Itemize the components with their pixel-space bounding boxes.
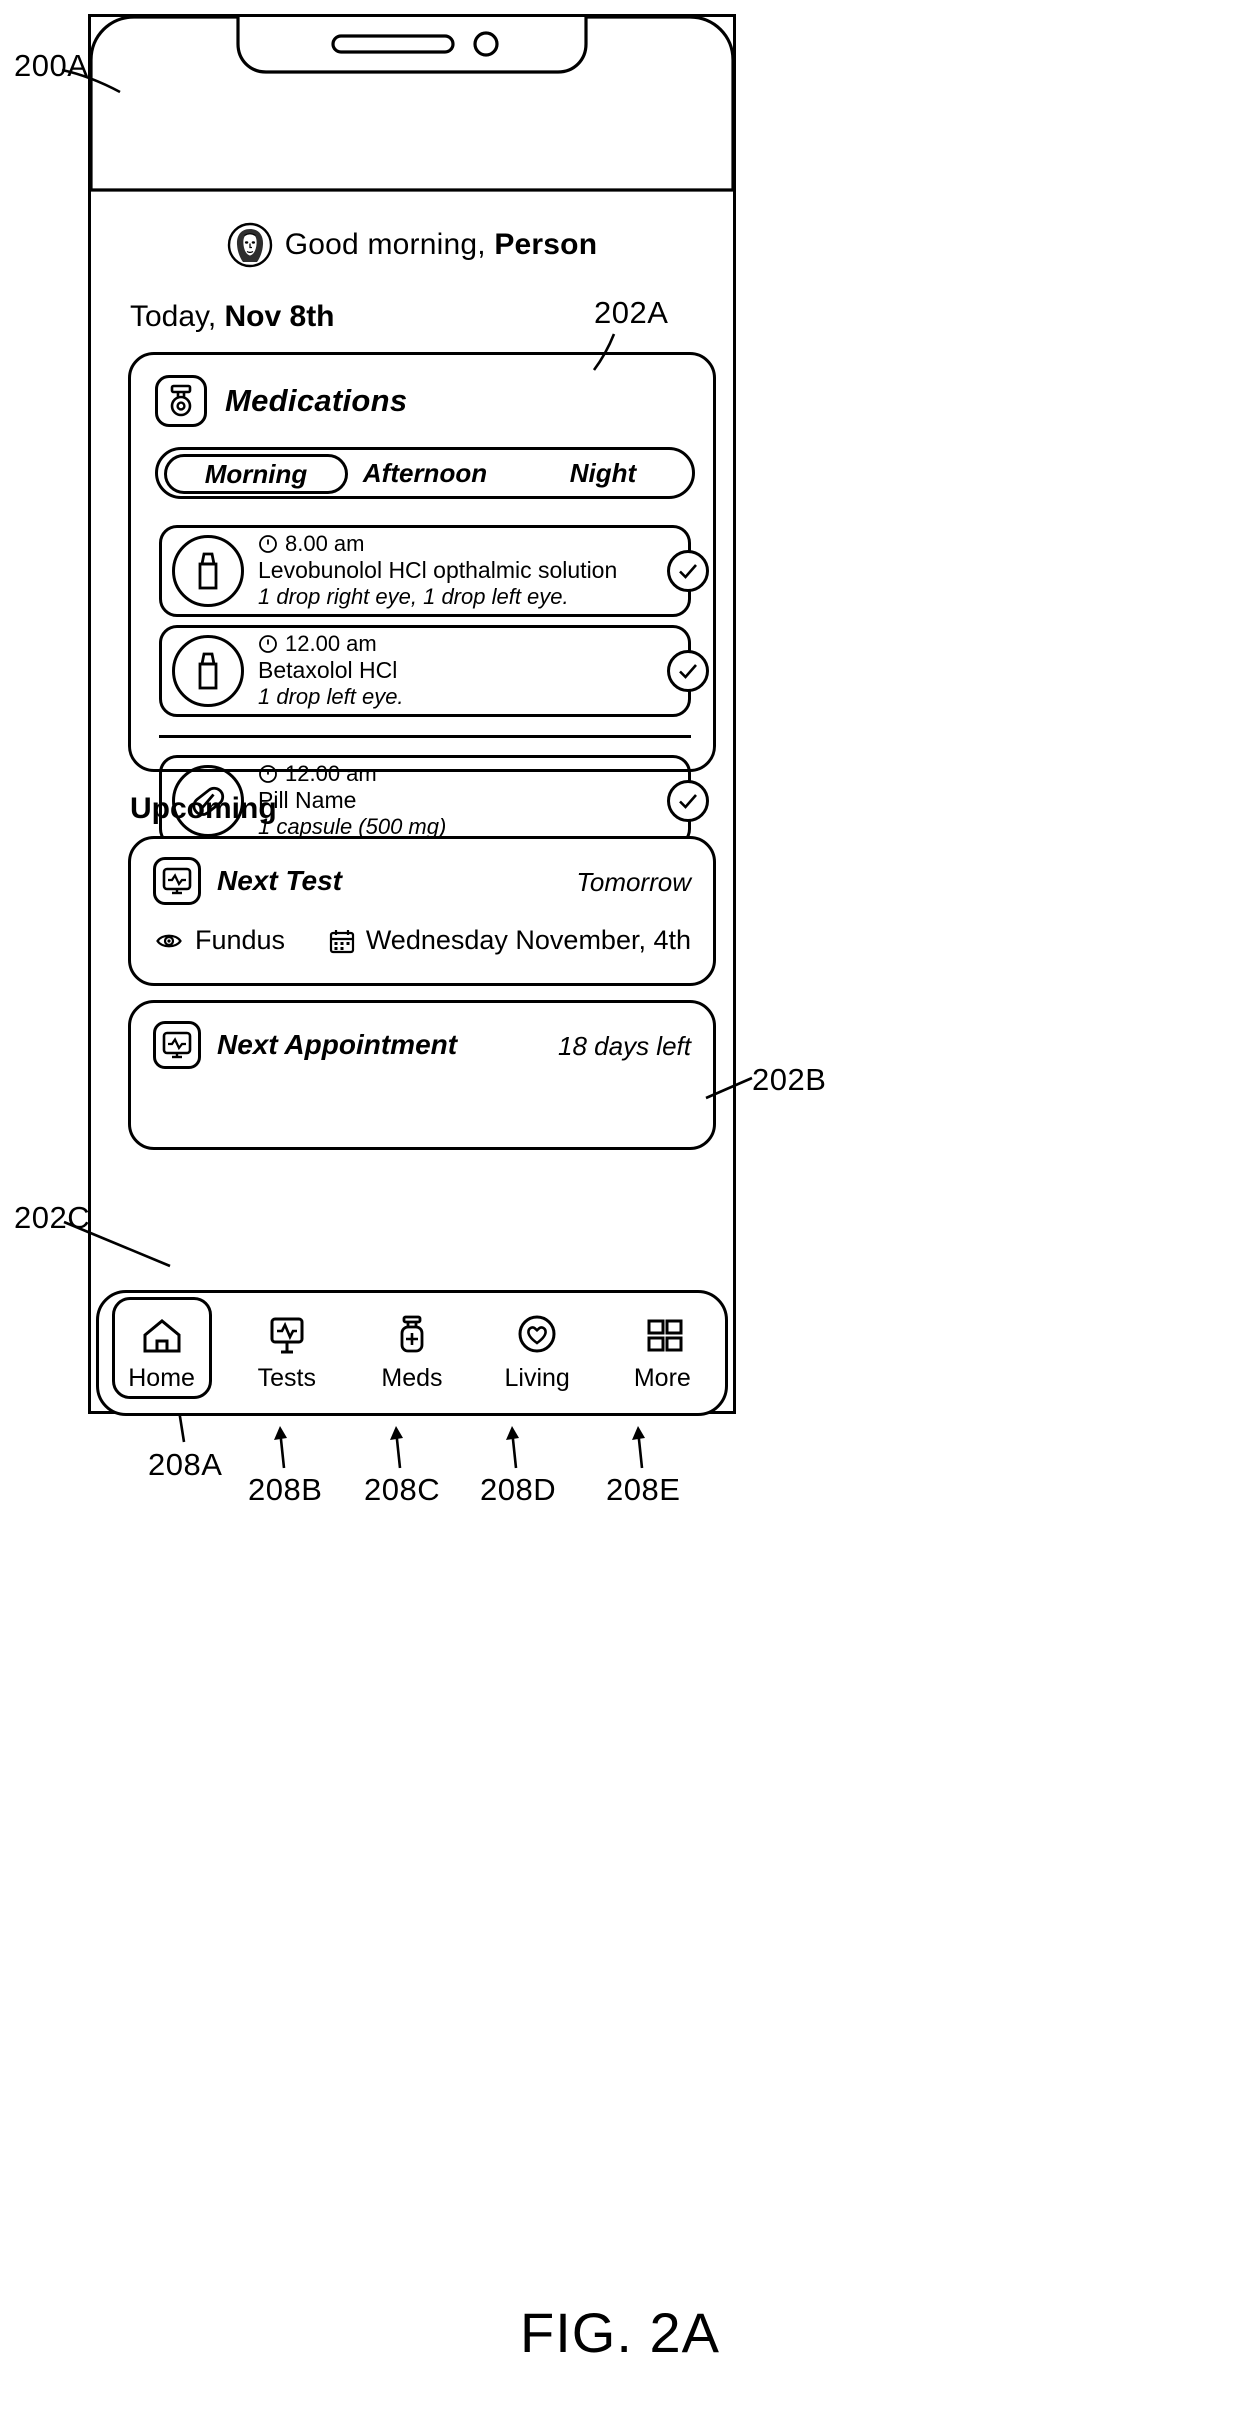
leader-medications-card [592,333,616,371]
home-icon [136,1313,188,1357]
greeting-name: Person [494,228,598,261]
tab-living[interactable]: Living [485,1313,589,1393]
next-test-title: Next Test [217,865,343,896]
clock-icon [259,635,277,654]
next-test-detail: Fundus [155,925,285,956]
leader-tab-tests [274,1426,287,1469]
monitor-waveform-icon [261,1313,313,1357]
figure-caption: FIG. 2A [520,2301,720,2364]
medications-divider [159,735,691,738]
tab-tests[interactable]: Tests [235,1313,339,1393]
next-test-when: Tomorrow [576,867,691,897]
grid-squares-icon [636,1313,688,1357]
monitor-waveform-icon [153,857,201,905]
check-circle-icon[interactable] [667,550,709,592]
tab-afternoon[interactable]: Afternoon [336,458,514,489]
next-test-detail-label: Fundus [195,925,286,955]
today-date-line: Today, Nov 8th [130,300,335,334]
refnum-next-test-card: 202B [752,1062,827,1097]
next-appointment-card[interactable]: Next Appointment 18 days left [128,1000,716,1150]
refnum-tab-living: 208D [480,1472,557,1507]
medication-row[interactable]: 8.00 am Levobunolol HCl opthalmic soluti… [159,525,709,617]
medication-time: 12.00 am [285,761,377,787]
medication-text: 8.00 am Levobunolol HCl opthalmic soluti… [258,532,667,610]
greeting-row: Good morning, Person [92,222,732,268]
medication-row[interactable]: 12.00 am Betaxolol HCl 1 drop left eye. [159,625,709,717]
next-test-date: Wednesday November, 4th [328,925,691,956]
refnum-medications-card: 202A [594,295,669,330]
refnum-tab-home: 208A [148,1447,223,1482]
refnum-tab-tests: 208B [248,1472,323,1507]
medication-dose: 1 drop right eye, 1 drop left eye. [258,583,569,609]
tab-more[interactable]: More [610,1313,714,1393]
next-appointment-when: 18 days left [558,1031,691,1061]
medication-time: 8.00 am [285,531,365,557]
greeting-text: Good morning, Person [285,228,597,262]
clock-icon [259,535,277,554]
refnum-tab-more: 208E [606,1472,681,1507]
tab-living-label: Living [504,1364,570,1392]
tab-night[interactable]: Night [514,458,692,489]
eye-drop-bottle-icon [172,635,244,707]
leader-tab-more [632,1426,645,1469]
user-avatar-icon[interactable] [227,222,273,268]
next-appointment-title: Next Appointment [217,1029,458,1060]
medication-text: 12.00 am Betaxolol HCl 1 drop left eye. [258,632,667,710]
medications-card-title: Medications [225,383,408,418]
today-prefix: Today, [130,300,225,333]
check-circle-icon[interactable] [667,650,709,692]
monitor-waveform-icon [153,1021,201,1069]
tab-home[interactable]: Home [110,1297,214,1399]
medication-dose: 1 drop left eye. [258,683,404,709]
medication-name: Pill Name [258,786,357,813]
leader-device [61,68,121,94]
tab-tests-label: Tests [257,1364,316,1392]
next-appointment-header: Next Appointment [153,1021,457,1069]
eye-icon [156,934,182,947]
refnum-tab-meds: 208C [364,1472,441,1507]
medication-name: Betaxolol HCl [258,656,398,683]
medications-card: Medications Morning Afternoon Night Morn… [128,352,716,847]
medication-name: Levobunolol HCl opthalmic solution [258,556,618,583]
clock-icon [259,765,277,784]
upcoming-section-title: Upcoming [130,792,277,825]
tab-morning-label: Morning [204,458,308,489]
next-test-card[interactable]: Next Test Tomorrow Fundus Wednesday Nove… [128,836,716,986]
calendar-icon [329,929,354,953]
speaker-grille-icon [331,34,455,54]
leader-next-appointment-card [63,1220,171,1268]
figure-2a: Good morning, Person Today, Nov 8th Medi… [0,0,1240,2410]
medications-time-tabs: Morning Afternoon Night Morning [155,447,695,499]
heart-shield-icon [511,1313,563,1357]
front-camera-icon [473,31,499,57]
check-circle-icon[interactable] [667,780,709,822]
tab-more-label: More [633,1364,691,1392]
greeting-prefix: Good morning, [284,228,495,261]
tab-meds[interactable]: Meds [360,1313,464,1393]
eye-drop-bottle-icon [172,535,244,607]
tab-meds-label: Meds [381,1364,443,1392]
leader-tab-meds [390,1426,403,1469]
medicine-dropper-icon [155,375,207,427]
today-date: Nov 8th [224,300,335,333]
app-screen: Good morning, Person Today, Nov 8th Medi… [92,200,732,1405]
next-test-date-label: Wednesday November, 4th [365,925,691,955]
medication-time-row: 12.00 am [258,762,667,787]
leader-next-test-card [705,1076,753,1100]
medication-time-row: 8.00 am [258,532,667,557]
tab-home-label: Home [128,1364,195,1392]
medication-time-row: 12.00 am [258,632,667,657]
medicine-bottle-plus-icon [386,1313,438,1357]
bottom-tab-bar: Home Tests Meds Living More [96,1290,728,1416]
medication-time: 12.00 am [285,631,377,657]
next-test-header: Next Test [153,857,342,905]
leader-tab-living [506,1426,519,1469]
medications-card-header: Medications [155,375,407,427]
medication-text: 12.00 am Pill Name 1 capsule (500 mg) [258,762,667,840]
next-test-body: Fundus Wednesday November, 4th [155,925,691,956]
